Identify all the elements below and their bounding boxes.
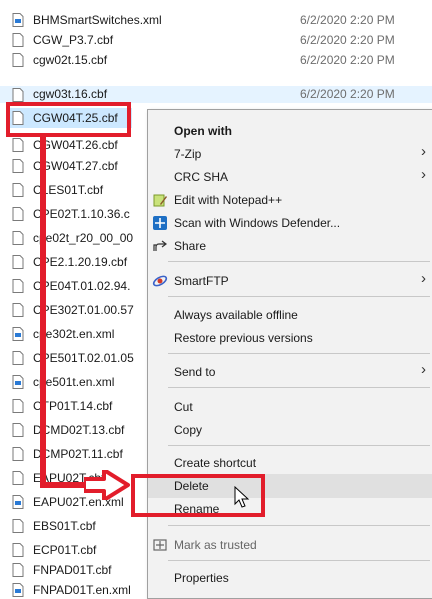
file-name: BHMSmartSwitches.xml — [33, 13, 162, 27]
file-date: 6/2/2020 2:20 PM — [300, 33, 395, 47]
shield-icon — [153, 539, 167, 551]
file-icon — [12, 53, 24, 67]
file-date: 6/2/2020 2:20 PM — [300, 87, 395, 101]
notepad-plus-plus-icon — [153, 194, 167, 207]
menu-item-mark-as-trusted[interactable]: Mark as trusted — [148, 533, 432, 557]
menu-item-send-to[interactable]: Send to › — [148, 360, 432, 384]
xml-file-icon — [12, 495, 24, 509]
file-icon — [12, 447, 24, 461]
file-name: CGW_P3.7.cbf — [33, 33, 114, 47]
file-name: DCMD02T.13.cbf — [33, 423, 125, 437]
menu-separator — [168, 353, 430, 354]
selected-file-highlight-box — [6, 102, 131, 137]
file-date: 6/2/2020 2:20 PM — [300, 13, 395, 27]
menu-separator — [168, 560, 430, 561]
file-icon — [12, 543, 24, 557]
file-icon — [12, 471, 24, 485]
submenu-chevron-icon: › — [421, 166, 426, 183]
menu-item-crc-sha[interactable]: CRC SHA › — [148, 165, 432, 189]
windows-defender-icon — [153, 216, 167, 230]
menu-separator — [168, 261, 430, 262]
context-menu: Open with 7-Zip › CRC SHA › Edit with Note… — [147, 109, 432, 599]
file-name: CPE2.1.20.19.cbf — [33, 255, 128, 269]
menu-item-copy[interactable]: Copy — [148, 418, 432, 442]
file-name: FNPAD01T.cbf — [33, 563, 112, 577]
menu-item-create-shortcut[interactable]: Create shortcut — [148, 451, 432, 475]
file-name: CPE501T.02.01.05 — [33, 351, 134, 365]
file-icon — [12, 519, 24, 533]
file-icon — [12, 231, 24, 245]
file-name: ECP01T.cbf — [33, 543, 97, 557]
file-icon — [12, 423, 24, 437]
file-name: EBS01T.cbf — [33, 519, 96, 533]
file-name: cgw03t.16.cbf — [33, 87, 108, 101]
xml-file-icon — [12, 13, 24, 27]
file-icon — [12, 351, 24, 365]
file-icon — [12, 88, 24, 102]
file-name: CPE04T.01.02.94. — [33, 279, 131, 293]
file-icon — [12, 303, 24, 317]
menu-item-share[interactable]: Share — [148, 234, 432, 258]
menu-item-edit-notepad[interactable]: Edit with Notepad++ — [148, 188, 432, 212]
menu-separator — [168, 525, 430, 526]
menu-separator — [168, 296, 430, 297]
file-row[interactable]: cgw02t.15.cbf 6/2/2020 2:20 PM — [0, 50, 432, 70]
file-icon — [12, 255, 24, 269]
file-icon — [12, 207, 24, 221]
smartftp-icon — [152, 275, 168, 287]
file-icon — [12, 183, 24, 197]
menu-separator — [168, 445, 430, 446]
menu-item-smartftp[interactable]: SmartFTP › — [148, 269, 432, 293]
share-icon — [153, 240, 167, 251]
file-icon — [12, 399, 24, 413]
menu-item-properties[interactable]: Properties — [148, 566, 432, 590]
menu-item-7zip[interactable]: 7-Zip › — [148, 142, 432, 166]
file-name: DCMP02T.11.cbf — [33, 447, 123, 461]
file-name: cpe02t_r20_00_00 — [33, 231, 134, 245]
annotation-arrow-head — [84, 470, 130, 500]
file-name: CPE02T.1.10.36.c — [33, 207, 130, 221]
menu-item-always-available-offline[interactable]: Always available offline — [148, 303, 432, 327]
file-row[interactable]: cgw03t.16.cbf 6/2/2020 2:20 PM — [0, 86, 432, 103]
file-icon — [12, 159, 24, 173]
file-name: CPE302T.01.00.57 — [33, 303, 134, 317]
xml-file-icon — [12, 375, 24, 389]
menu-item-cut[interactable]: Cut — [148, 395, 432, 419]
submenu-chevron-icon: › — [421, 270, 426, 287]
menu-separator — [168, 387, 430, 388]
file-icon — [12, 33, 24, 47]
submenu-chevron-icon: › — [421, 143, 426, 160]
file-icon — [12, 563, 24, 577]
menu-item-restore-previous-versions[interactable]: Restore previous versions — [148, 326, 432, 350]
file-icon — [12, 138, 24, 152]
file-row[interactable]: BHMSmartSwitches.xml 6/2/2020 2:20 PM — [0, 10, 432, 30]
xml-file-icon — [12, 327, 24, 341]
menu-item-open-with[interactable]: Open with — [148, 119, 432, 143]
file-row[interactable]: CGW_P3.7.cbf 6/2/2020 2:20 PM — [0, 30, 432, 50]
submenu-chevron-icon: › — [421, 361, 426, 378]
file-date: 6/2/2020 2:20 PM — [300, 53, 395, 67]
menu-item-scan-defender[interactable]: Scan with Windows Defender... — [148, 211, 432, 235]
mouse-pointer-icon — [234, 486, 250, 508]
file-name: cgw02t.15.cbf — [33, 53, 108, 67]
annotation-arrow-vertical — [40, 134, 46, 488]
file-icon — [12, 279, 24, 293]
